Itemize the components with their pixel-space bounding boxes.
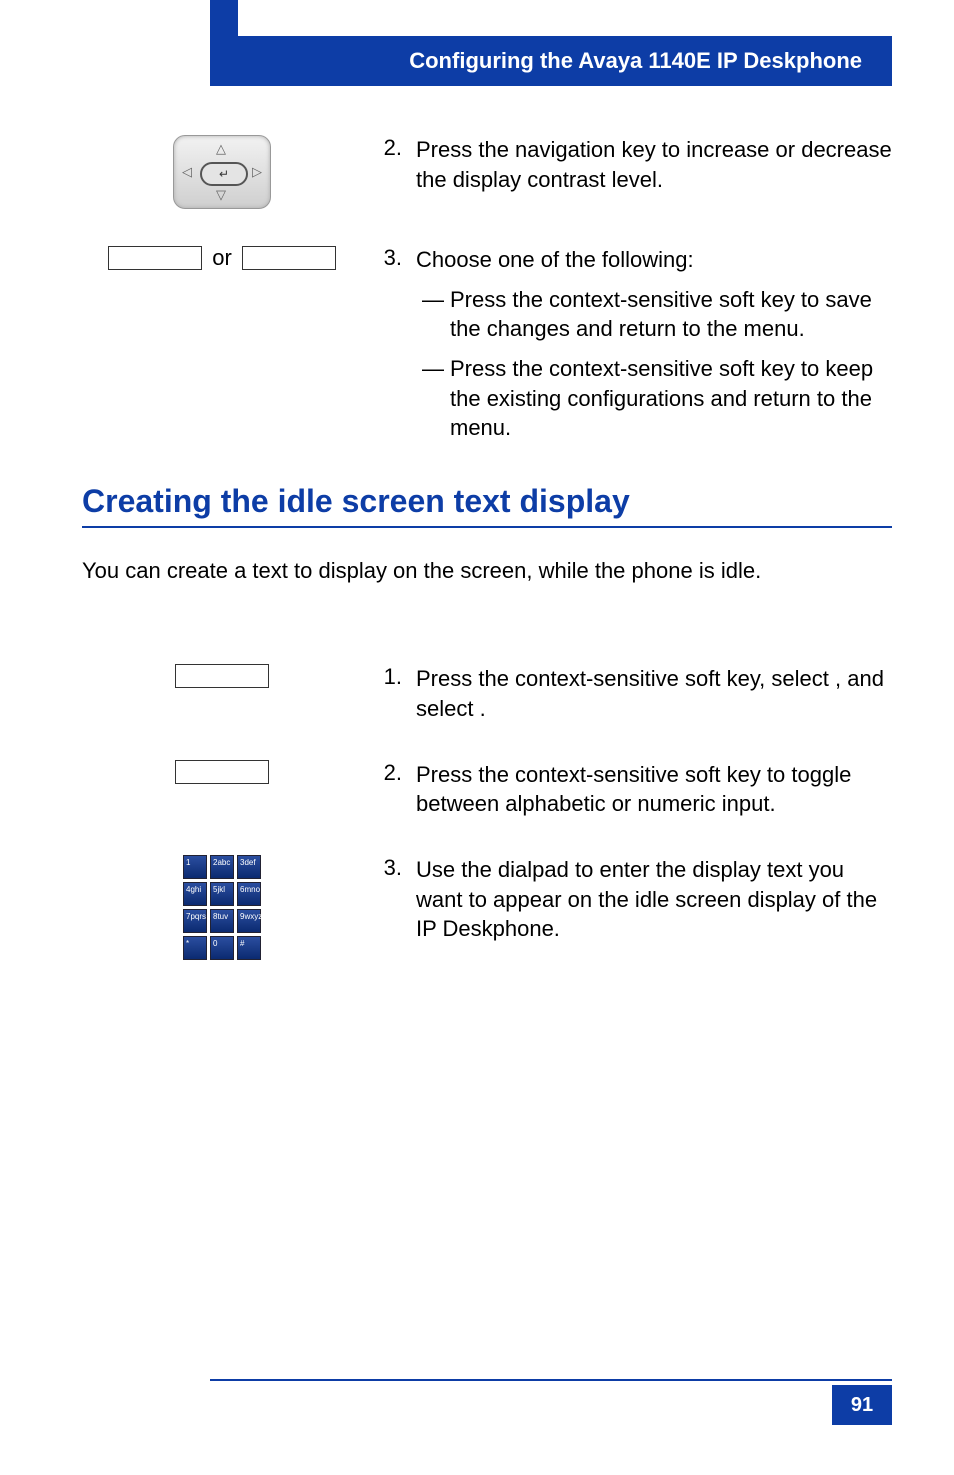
step-number: 3. [362,855,416,944]
softkey-button[interactable] [175,664,269,688]
dialpad-key: 1 [183,855,207,879]
or-label: or [212,245,232,271]
dialpad-key: 5jkl [210,882,234,906]
step-text: Use the dialpad to enter the display tex… [416,855,892,944]
chevron-up-icon: △ [216,141,226,157]
dialpad-key: * [183,936,207,960]
bottom-step-1: 1. Press the context-sensitive soft key,… [82,664,892,723]
dialpad-key: 2abc [210,855,234,879]
step-text: Press the context-sensitive soft key, se… [416,664,892,723]
dialpad-icon: 12abc3def 4ghi5jkl6mno 7pqrs8tuv9wxyz *0# [183,855,261,960]
softkey-button[interactable] [108,246,202,270]
enter-key-icon: ↵ [200,162,248,186]
step-number: 2. [362,135,416,194]
chevron-right-icon: ▷ [252,164,262,180]
dialpad-key: 6mno [237,882,261,906]
bottom-step-3: 12abc3def 4ghi5jkl6mno 7pqrs8tuv9wxyz *0# 3… [82,855,892,960]
sub-bullet: — Press the context-sensitive soft key t… [416,354,892,443]
dialpad-key: 4ghi [183,882,207,906]
bottom-step-2: 2. Press the context-sensitive soft key … [82,760,892,819]
softkey-button[interactable] [242,246,336,270]
dialpad-key: # [237,936,261,960]
section-intro: You can create a text to display on the … [82,558,892,584]
section-heading: Creating the idle screen text display [82,483,892,528]
step-text: Press the navigation key to increase or … [416,135,892,194]
dash-icon: — [416,354,450,443]
page-header-title: Configuring the Avaya 1140E IP Deskphone [409,48,862,74]
top-step-3: or 3. Choose one of the following: — Pre… [82,245,892,443]
step-number: 1. [362,664,416,723]
dialpad-key: 0 [210,936,234,960]
page-number: 91 [832,1385,892,1425]
chevron-left-icon: ◁ [182,164,192,180]
softkey-or-group: or [108,245,336,271]
sub-bullet: — Press the context-sensitive soft key t… [416,285,892,344]
dialpad-key: 3def [237,855,261,879]
navigation-key-icon: △ ▽ ◁ ▷ ↵ [173,135,271,209]
footer-rule [210,1379,892,1381]
page-header: Configuring the Avaya 1140E IP Deskphone [238,36,892,86]
dialpad-key: 9wxyz [237,909,261,933]
top-step-2: △ ▽ ◁ ▷ ↵ 2. Press the navigation key to… [82,135,892,209]
step-text: Choose one of the following: — Press the… [416,245,892,443]
header-side-band [210,0,238,86]
dialpad-key: 8tuv [210,909,234,933]
step-text: Press the context-sensitive soft key to … [416,760,892,819]
dialpad-key: 7pqrs [183,909,207,933]
chevron-down-icon: ▽ [216,187,226,203]
step-number: 3. [362,245,416,443]
dash-icon: — [416,285,450,344]
softkey-button[interactable] [175,760,269,784]
page-content: △ ▽ ◁ ▷ ↵ 2. Press the navigation key to… [82,135,892,1355]
step-number: 2. [362,760,416,819]
